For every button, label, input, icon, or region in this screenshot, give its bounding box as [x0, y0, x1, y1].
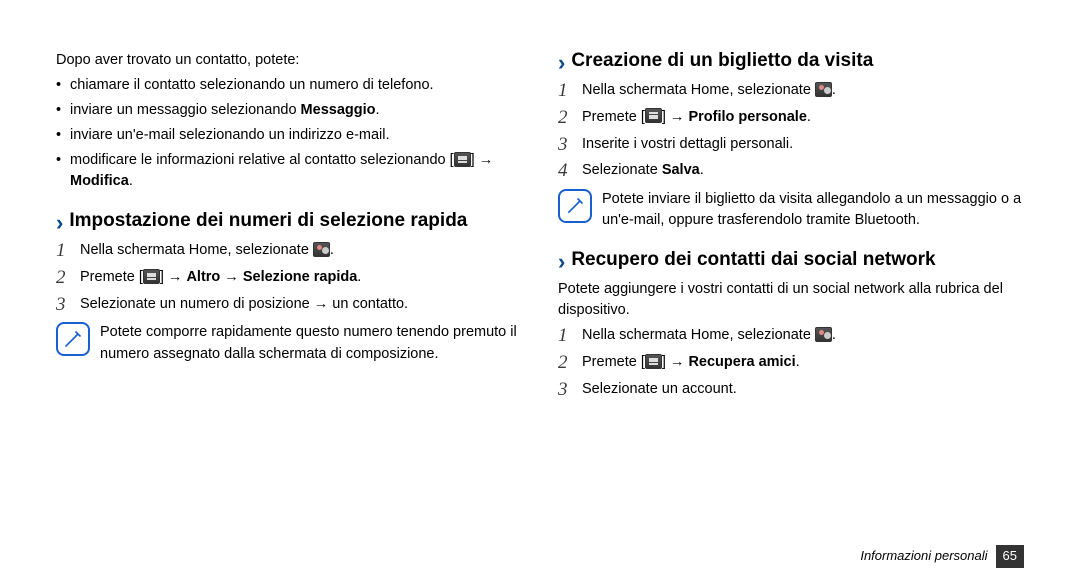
- step-4: 4 Selezionate Salva.: [558, 160, 1024, 183]
- chevron-icon: ›: [56, 212, 63, 234]
- step-3: 3 Inserite i vostri dettagli personali.: [558, 134, 1024, 157]
- bullet-email: inviare un'e-mail selezionando un indiri…: [56, 125, 522, 146]
- intro-bullets: chiamare il contatto selezionando un num…: [56, 75, 522, 192]
- social-subtext: Potete aggiungere i vostri contatti di u…: [558, 279, 1024, 321]
- left-column: Dopo aver trovato un contatto, potete: c…: [56, 50, 522, 406]
- right-column: › Creazione di un biglietto da visita 1 …: [558, 50, 1024, 406]
- steps-business-card: 1 Nella schermata Home, selezionate . 2 …: [558, 80, 1024, 183]
- step-2: 2 Premete [] → Profilo personale.: [558, 107, 1024, 130]
- step-3: 3 Selezionate un numero di posizione → u…: [56, 294, 522, 317]
- chevron-icon: ›: [558, 251, 565, 273]
- note-icon: [56, 322, 90, 356]
- step-2: 2 Premete [] → Altro → Selezione rapida.: [56, 267, 522, 290]
- steps-social: 1 Nella schermata Home, selezionate . 2 …: [558, 325, 1024, 401]
- bullet-call: chiamare il contatto selezionando un num…: [56, 75, 522, 96]
- step-3: 3 Selezionate un account.: [558, 379, 1024, 402]
- note-icon: [558, 189, 592, 223]
- step-1: 1 Nella schermata Home, selezionate .: [56, 240, 522, 263]
- heading-business-card: › Creazione di un biglietto da visita: [558, 50, 1024, 74]
- contacts-icon: [313, 242, 330, 257]
- step-1: 1 Nella schermata Home, selezionate .: [558, 80, 1024, 103]
- menu-icon: [143, 269, 160, 284]
- note-business-card: Potete inviare il biglietto da visita al…: [558, 189, 1024, 231]
- intro-text: Dopo aver trovato un contatto, potete:: [56, 50, 522, 71]
- heading-social-recovery: › Recupero dei contatti dai social netwo…: [558, 249, 1024, 273]
- menu-icon: [454, 152, 471, 167]
- bullet-edit: modificare le informazioni relative al c…: [56, 150, 522, 192]
- bullet-message: inviare un messaggio selezionando Messag…: [56, 100, 522, 121]
- page-footer: Informazioni personali 65: [860, 545, 1024, 568]
- contacts-icon: [815, 327, 832, 342]
- note-speed-dial: Potete comporre rapidamente questo numer…: [56, 322, 522, 364]
- contacts-icon: [815, 82, 832, 97]
- heading-speed-dial: › Impostazione dei numeri di selezione r…: [56, 210, 522, 234]
- menu-icon: [645, 108, 662, 123]
- step-1: 1 Nella schermata Home, selezionate .: [558, 325, 1024, 348]
- footer-section: Informazioni personali: [860, 547, 987, 566]
- menu-icon: [645, 354, 662, 369]
- steps-speed-dial: 1 Nella schermata Home, selezionate . 2 …: [56, 240, 522, 316]
- page-number: 65: [996, 545, 1024, 568]
- chevron-icon: ›: [558, 52, 565, 74]
- step-2: 2 Premete [] → Recupera amici.: [558, 352, 1024, 375]
